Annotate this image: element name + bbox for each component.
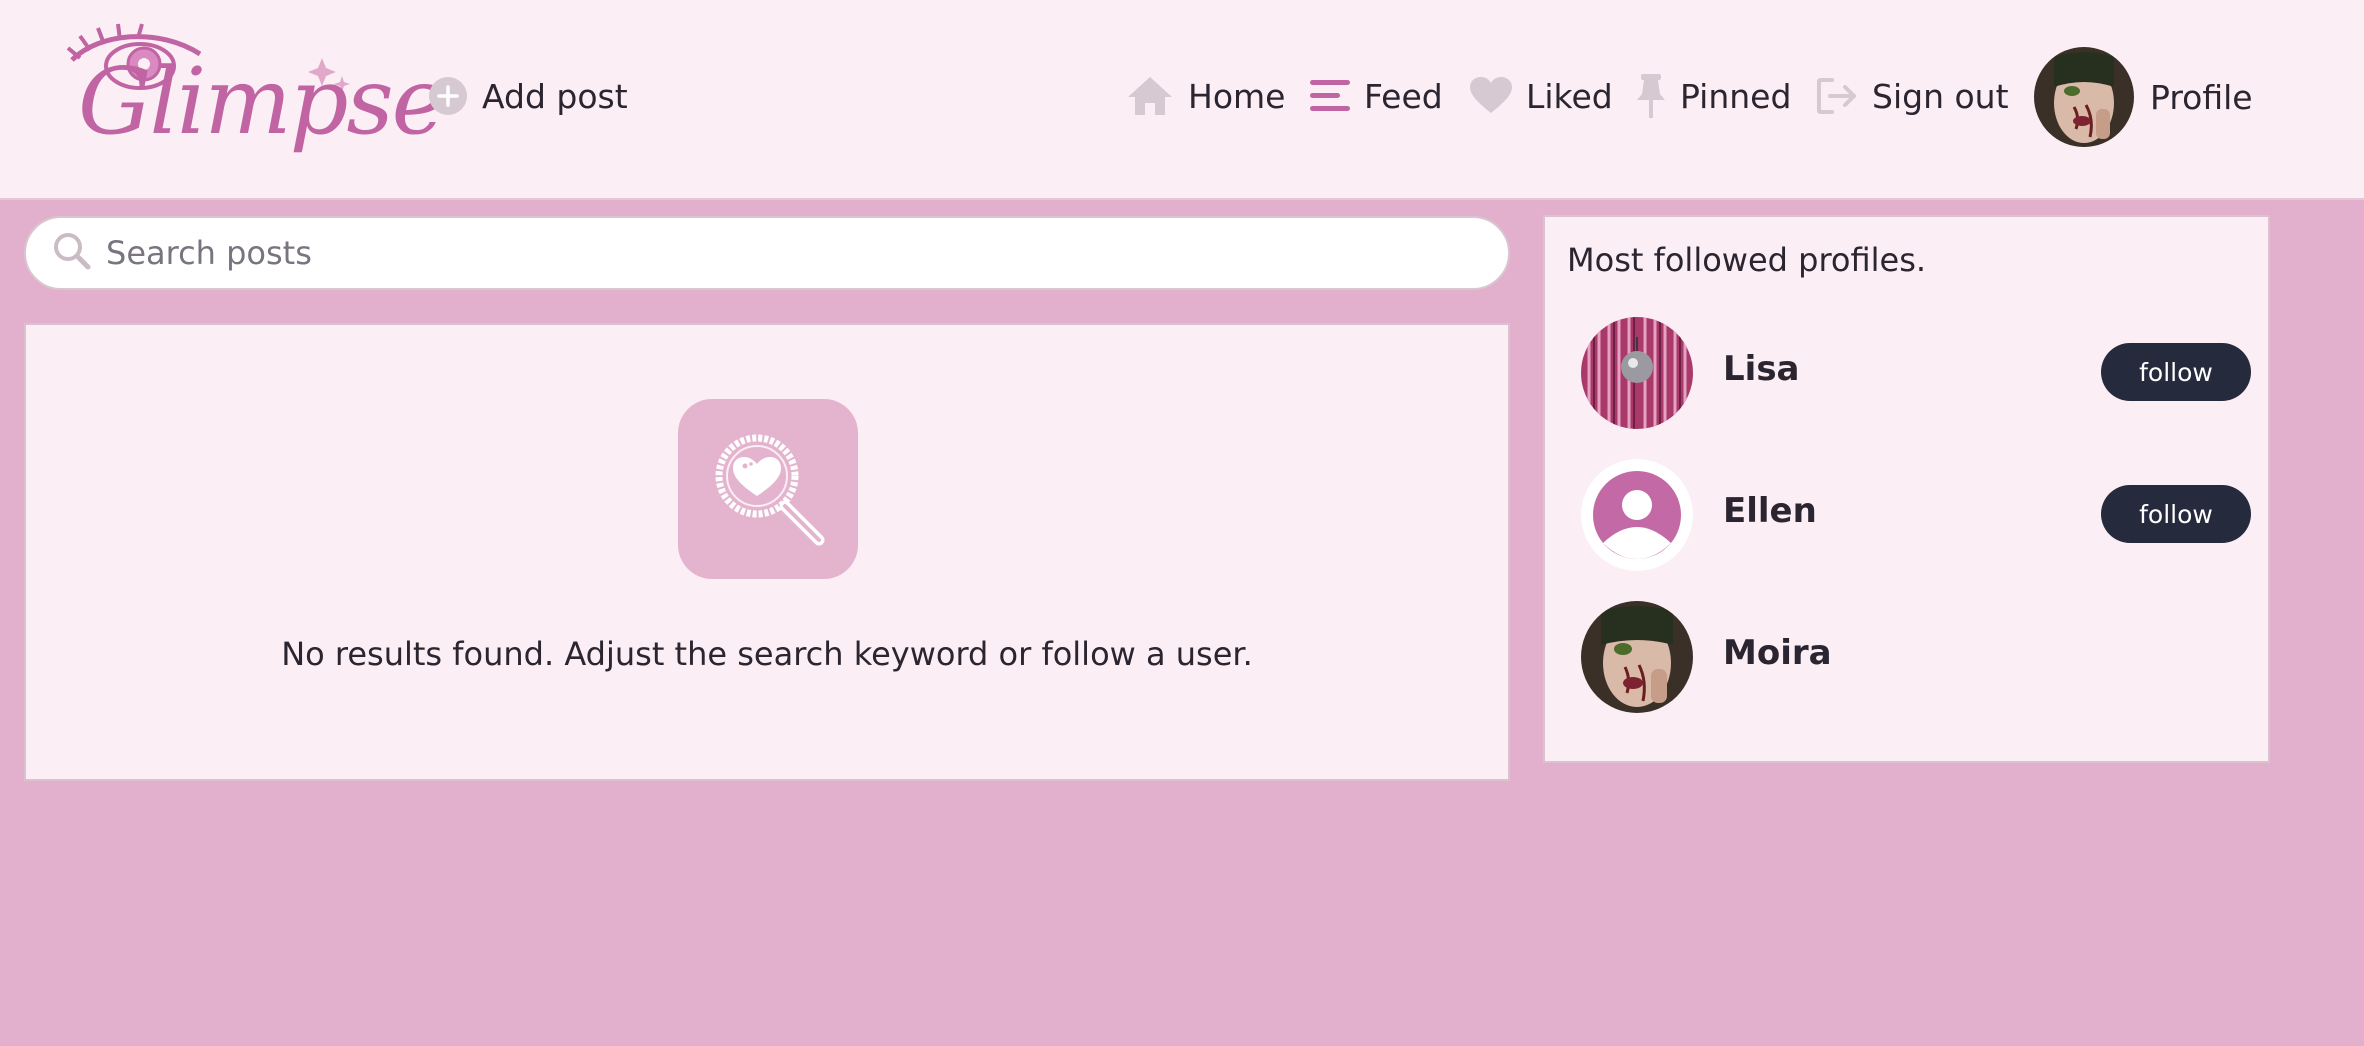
profile-name[interactable]: Lisa: [1723, 349, 1800, 389]
home-icon: [1126, 75, 1174, 117]
plus-circle-icon: [428, 76, 468, 116]
nav-feed[interactable]: Feed: [1310, 62, 1443, 130]
empty-state-message: No results found. Adjust the search keyw…: [281, 635, 1253, 673]
profile-name[interactable]: Moira: [1723, 633, 1832, 673]
nav-pinned-label: Pinned: [1680, 76, 1792, 116]
list-item: Moira: [1581, 601, 2251, 713]
logo-text: Glimpse: [78, 48, 446, 155]
nav-feed-label: Feed: [1364, 76, 1443, 116]
nav-profile[interactable]: Profile: [2034, 46, 2253, 148]
follow-button[interactable]: follow: [2101, 343, 2251, 401]
avatar[interactable]: [1581, 601, 1693, 713]
search-bar[interactable]: [24, 216, 1510, 290]
add-post-label: Add post: [482, 76, 628, 116]
avatar[interactable]: [1581, 317, 1693, 429]
search-icon: [52, 231, 92, 275]
sidebar-title: Most followed profiles.: [1567, 241, 1927, 279]
top-navbar: Glimpse Add post Home Feed Liked Pinned …: [0, 0, 2364, 200]
avatar[interactable]: [1581, 459, 1693, 571]
avatar: [2034, 47, 2134, 147]
nav-liked-label: Liked: [1526, 76, 1613, 116]
results-panel: No results found. Adjust the search keyw…: [24, 323, 1510, 781]
list-item: Lisa follow: [1581, 317, 2251, 429]
nav-liked[interactable]: Liked: [1470, 62, 1613, 130]
nav-home[interactable]: Home: [1126, 62, 1285, 130]
follow-button[interactable]: follow: [2101, 485, 2251, 543]
nav-sign-out[interactable]: Sign out: [1816, 62, 2009, 130]
search-input[interactable]: [106, 234, 1406, 272]
nav-sign-out-label: Sign out: [1872, 76, 2009, 116]
nav-pinned[interactable]: Pinned: [1636, 62, 1791, 130]
menu-lines-icon: [1310, 78, 1350, 114]
sign-out-icon: [1816, 77, 1858, 115]
profile-name[interactable]: Ellen: [1723, 491, 1817, 531]
add-post-button[interactable]: Add post: [428, 62, 628, 130]
nav-profile-label: Profile: [2150, 77, 2253, 117]
most-followed-panel: Most followed profiles. Lisa follow Elle…: [1543, 215, 2270, 763]
list-item: Ellen follow: [1581, 459, 2251, 571]
heart-magnifier-icon: [678, 399, 858, 579]
glimpse-logo[interactable]: Glimpse: [60, 18, 446, 178]
nav-home-label: Home: [1188, 76, 1286, 116]
heart-icon: [1470, 77, 1512, 115]
pin-icon: [1636, 74, 1666, 118]
